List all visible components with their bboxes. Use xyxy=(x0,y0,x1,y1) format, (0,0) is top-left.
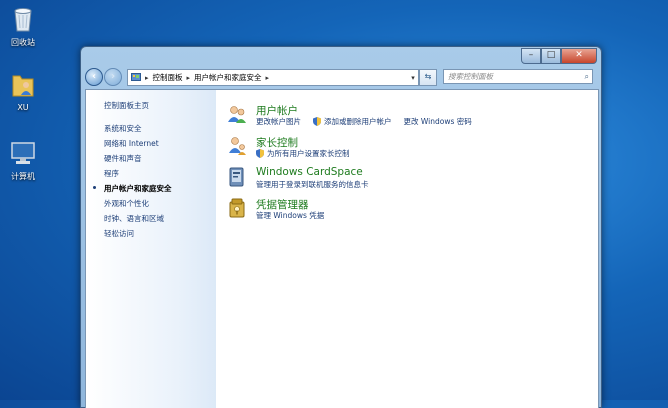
navigation-bar: ‹ › ▸ 控制面板 ▸ 用户帐户和家庭安全 ▸ ▾ ⇆ 搜索控制面板 ⌕ xyxy=(85,67,597,87)
link-manage-windows-credentials[interactable]: 管理 Windows 凭据 xyxy=(256,210,324,221)
category-links: 为所有用户设置家长控制 xyxy=(256,148,362,159)
category-links: 更改帐户图片 添加或删除用户帐户 更改 Windows 密码 xyxy=(256,116,484,127)
content-area: 控制面板主页 系统和安全 网络和 Internet 硬件和声音 程序 用户帐户和… xyxy=(85,89,599,408)
forward-button[interactable]: › xyxy=(104,68,122,86)
sidebar-item-system-security[interactable]: 系统和安全 xyxy=(104,123,142,134)
user-folder-icon xyxy=(8,70,38,100)
search-input[interactable]: 搜索控制面板 ⌕ xyxy=(443,69,593,84)
breadcrumb-control-panel[interactable]: 控制面板 xyxy=(153,72,183,83)
desktop-icon-label: 计算机 xyxy=(11,172,35,181)
sidebar-item-ease-of-access[interactable]: 轻松访问 xyxy=(104,228,134,239)
breadcrumb-separator-icon: ▸ xyxy=(265,73,270,82)
back-button[interactable]: ‹ xyxy=(85,68,103,86)
link-manage-info-cards[interactable]: 管理用于登录到联机服务的信息卡 xyxy=(256,179,369,190)
parental-controls-icon xyxy=(226,135,248,157)
sidebar: 控制面板主页 系统和安全 网络和 Internet 硬件和声音 程序 用户帐户和… xyxy=(86,90,216,408)
sidebar-item-programs[interactable]: 程序 xyxy=(104,168,119,179)
link-label: 为所有用户设置家长控制 xyxy=(267,149,350,158)
uac-shield-icon xyxy=(313,117,321,126)
sidebar-home-link[interactable]: 控制面板主页 xyxy=(104,100,149,111)
active-bullet-icon xyxy=(93,186,96,189)
search-icon[interactable]: ⌕ xyxy=(585,72,589,82)
credential-manager-icon xyxy=(226,197,248,219)
users-icon xyxy=(226,103,248,125)
link-change-windows-password[interactable]: 更改 Windows 密码 xyxy=(404,116,472,127)
sidebar-item-user-accounts[interactable]: 用户帐户和家庭安全 xyxy=(104,183,172,194)
minimize-button[interactable]: – xyxy=(521,48,541,64)
control-panel-icon xyxy=(131,72,141,84)
desktop-icon-computer[interactable]: 计算机 xyxy=(0,138,46,182)
breadcrumb-separator-icon: ▸ xyxy=(145,73,149,82)
control-panel-window: – □ ✕ ‹ › ▸ 控制面板 ▸ 用户帐户和家庭安全 ▸ ▾ ⇆ 搜索控制面… xyxy=(80,46,602,408)
desktop-icon-label: XU xyxy=(17,103,29,112)
cardspace-icon xyxy=(226,166,248,188)
desktop-icon-label: 回收站 xyxy=(11,38,35,47)
category-links: 管理 Windows 凭据 xyxy=(256,210,336,221)
category-links: 管理用于登录到联机服务的信息卡 xyxy=(256,179,381,190)
link-label: 更改帐户图片 xyxy=(256,117,301,126)
link-label: 添加或删除用户帐户 xyxy=(324,117,392,126)
breadcrumb-separator-icon: ▸ xyxy=(186,73,191,82)
category-title[interactable]: Windows CardSpace xyxy=(256,166,363,178)
link-change-account-picture[interactable]: 更改帐户图片 xyxy=(256,116,301,127)
desktop-icon-recycle-bin[interactable]: 回收站 xyxy=(0,4,46,48)
close-button[interactable]: ✕ xyxy=(561,48,597,64)
link-label: 更改 Windows 密码 xyxy=(403,117,472,126)
link-label: 管理用于登录到联机服务的信息卡 xyxy=(256,180,369,189)
address-bar[interactable]: ▸ 控制面板 ▸ 用户帐户和家庭安全 ▸ ▾ xyxy=(127,69,419,86)
address-dropdown-icon[interactable]: ▾ xyxy=(408,74,418,82)
sidebar-item-hardware-sound[interactable]: 硬件和声音 xyxy=(104,153,142,164)
breadcrumb-user-accounts[interactable]: 用户帐户和家庭安全 xyxy=(194,72,262,83)
sidebar-item-clock-language[interactable]: 时钟、语言和区域 xyxy=(104,213,164,224)
search-placeholder: 搜索控制面板 xyxy=(448,72,493,81)
sidebar-item-network[interactable]: 网络和 Internet xyxy=(104,138,159,149)
sidebar-item-appearance[interactable]: 外观和个性化 xyxy=(104,198,149,209)
link-add-remove-accounts[interactable]: 添加或删除用户帐户 xyxy=(313,116,392,127)
uac-shield-icon xyxy=(256,149,264,158)
maximize-button[interactable]: □ xyxy=(541,48,561,64)
computer-icon xyxy=(8,138,38,168)
caption-buttons: – □ ✕ xyxy=(521,48,597,64)
desktop-icon-user-folder[interactable]: XU xyxy=(0,70,46,112)
refresh-button[interactable]: ⇆ xyxy=(419,69,437,86)
recycle-bin-icon xyxy=(8,4,38,34)
link-label: 管理 Windows 凭据 xyxy=(256,211,325,220)
link-set-parental-controls[interactable]: 为所有用户设置家长控制 xyxy=(256,148,350,159)
